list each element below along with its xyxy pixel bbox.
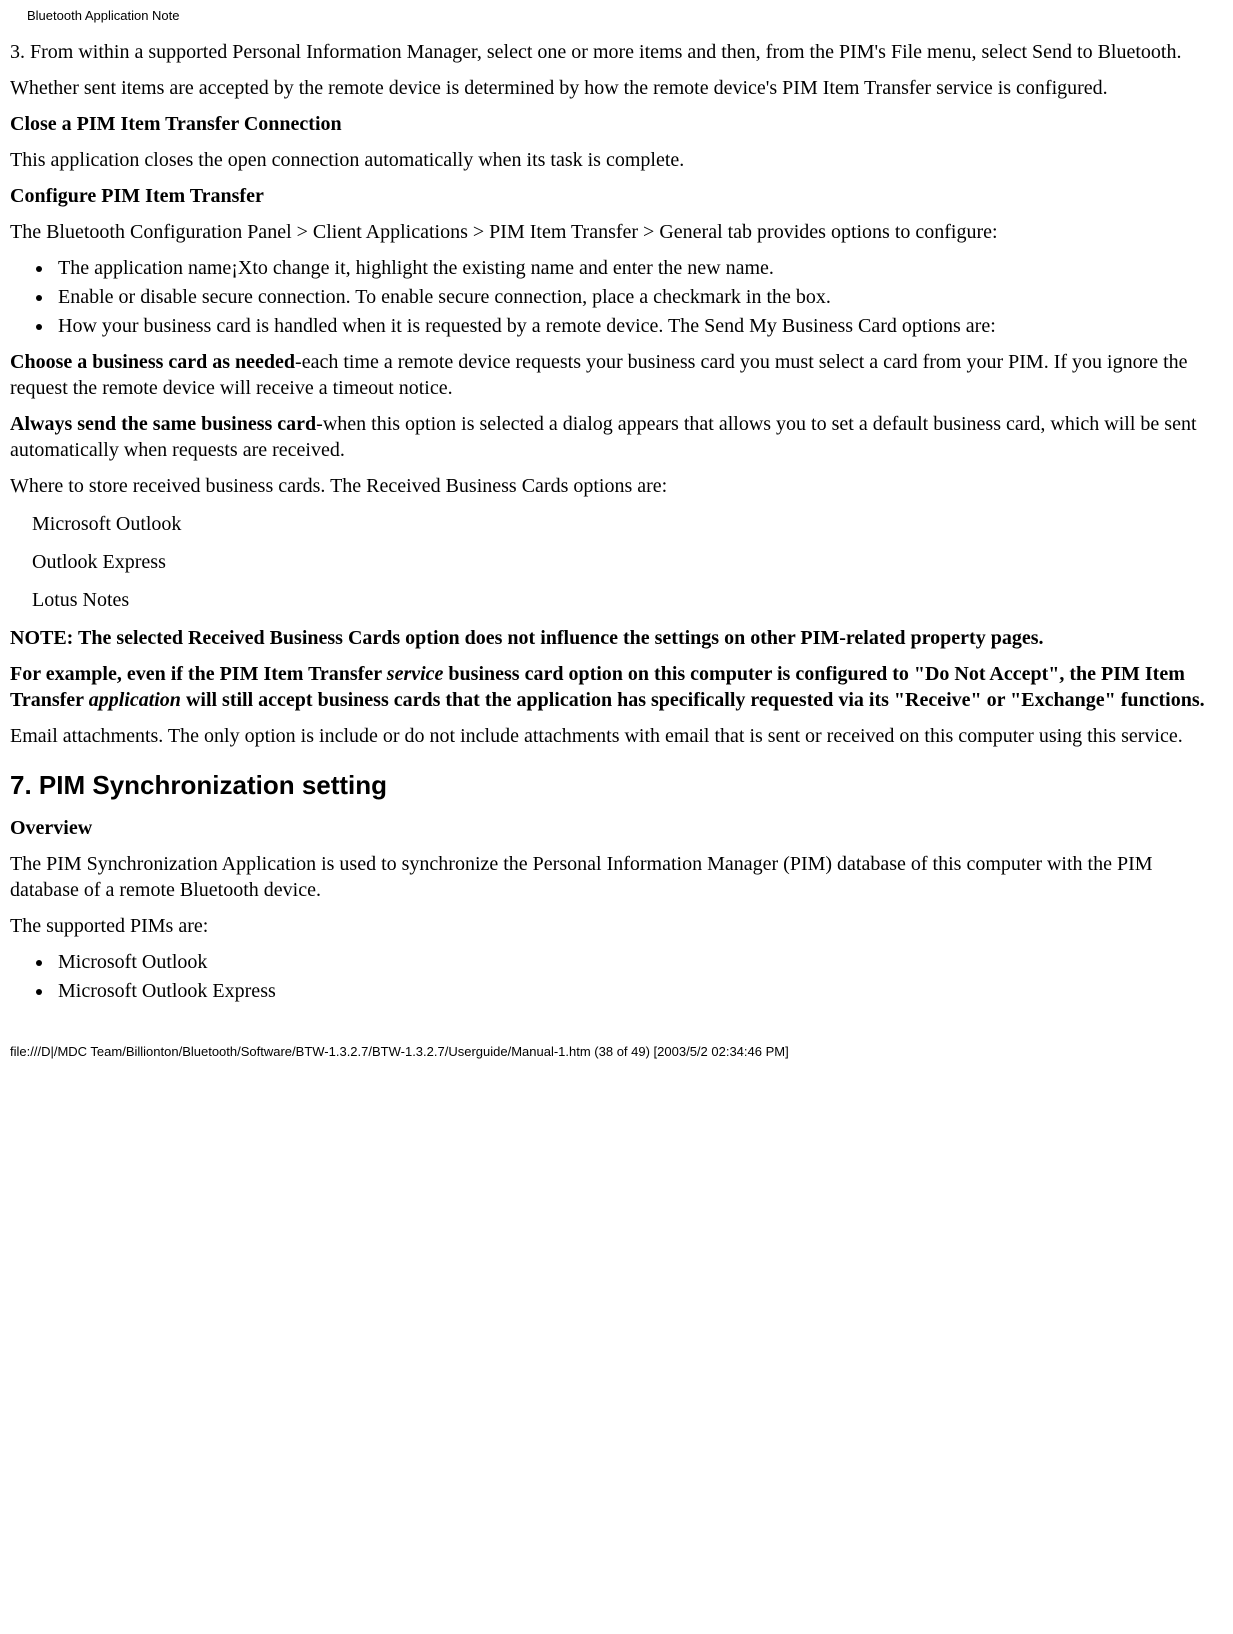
always-card-label: Always send the same business card (10, 413, 316, 435)
paragraph-step3: 3. From within a supported Personal Info… (10, 39, 1223, 65)
configure-options-list: The application name¡Xto change it, high… (10, 255, 1223, 339)
list-item: Microsoft Outlook Express (54, 978, 1223, 1004)
heading-close-connection: Close a PIM Item Transfer Connection (10, 111, 1223, 137)
choose-card-label: Choose a business card as needed (10, 351, 295, 373)
list-item: The application name¡Xto change it, high… (54, 255, 1223, 281)
note-italic-service: service (387, 663, 444, 685)
paragraph-supported-pims: The supported PIMs are: (10, 913, 1223, 939)
paragraph-accept-note: Whether sent items are accepted by the r… (10, 75, 1223, 101)
heading-configure: Configure PIM Item Transfer (10, 183, 1223, 209)
list-item: Microsoft Outlook (54, 949, 1223, 975)
heading-pim-sync: 7. PIM Synchronization setting (10, 769, 1223, 803)
list-item: Enable or disable secure connection. To … (54, 284, 1223, 310)
supported-pims-list: Microsoft Outlook Microsoft Outlook Expr… (10, 949, 1223, 1004)
option-outlook-express: Outlook Express (32, 549, 1223, 575)
heading-overview: Overview (10, 815, 1223, 841)
note-text-a: For example, even if the PIM Item Transf… (10, 663, 387, 685)
page-footer: file:///D|/MDC Team/Billionton/Bluetooth… (10, 1044, 1223, 1061)
note-text-c: will still accept business cards that th… (181, 689, 1205, 711)
paragraph-email-attachments: Email attachments. The only option is in… (10, 723, 1223, 749)
note-received-cards: NOTE: The selected Received Business Car… (10, 625, 1223, 651)
paragraph-overview-desc: The PIM Synchronization Application is u… (10, 851, 1223, 903)
received-cards-options: Microsoft Outlook Outlook Express Lotus … (32, 511, 1223, 613)
paragraph-configure-desc: The Bluetooth Configuration Panel > Clie… (10, 219, 1223, 245)
paragraph-where-store: Where to store received business cards. … (10, 473, 1223, 499)
paragraph-choose-card: Choose a business card as needed-each ti… (10, 349, 1223, 401)
page-header: Bluetooth Application Note (27, 8, 1223, 25)
option-outlook: Microsoft Outlook (32, 511, 1223, 537)
note-italic-application: application (89, 689, 181, 711)
list-item: How your business card is handled when i… (54, 313, 1223, 339)
option-lotus-notes: Lotus Notes (32, 587, 1223, 613)
note-example: For example, even if the PIM Item Transf… (10, 661, 1223, 713)
paragraph-close-desc: This application closes the open connect… (10, 147, 1223, 173)
paragraph-always-card: Always send the same business card-when … (10, 411, 1223, 463)
